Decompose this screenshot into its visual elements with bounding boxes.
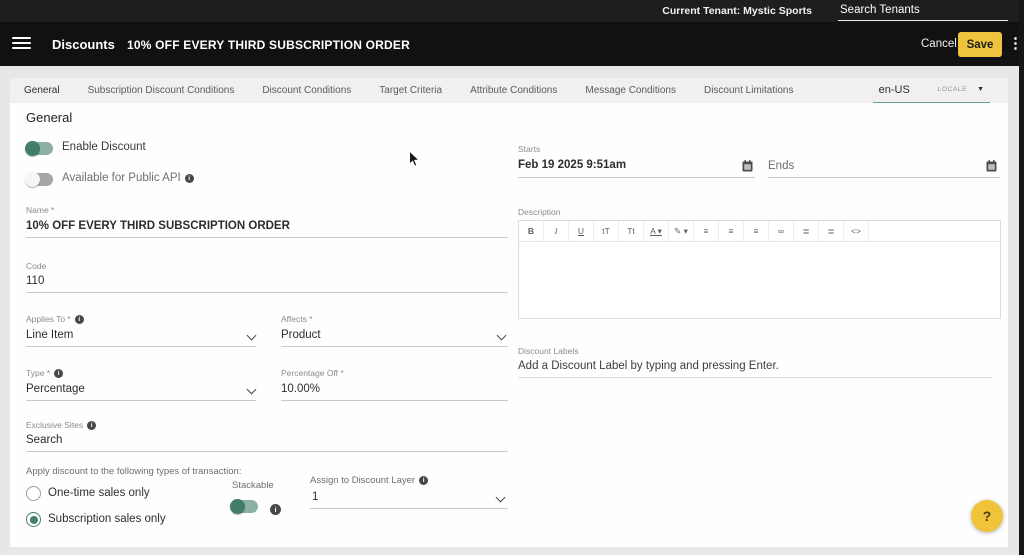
calendar-icon[interactable] — [986, 160, 997, 172]
percentage-off-label: Percentage Off * — [281, 368, 344, 378]
info-icon: i — [419, 476, 429, 485]
one-time-sales-label: One-time sales only — [48, 487, 150, 499]
underline-icon[interactable]: U — [569, 221, 594, 241]
tab-general[interactable]: General — [10, 85, 74, 96]
info-icon: i — [184, 174, 194, 183]
starts-input[interactable]: Feb 19 2025 9:51am — [518, 159, 626, 171]
info-icon: i — [54, 369, 64, 378]
code-view-icon[interactable]: <> — [844, 221, 869, 241]
locale-tag: LOCALE — [937, 86, 968, 93]
applies-to-select[interactable]: Line Item — [26, 329, 73, 341]
type-select[interactable]: Percentage — [26, 383, 85, 395]
one-time-sales-radio[interactable] — [26, 486, 41, 501]
subscription-sales-label: Subscription sales only — [48, 513, 166, 525]
current-tenant-label: Current Tenant: Mystic Sports — [662, 5, 812, 17]
align-left-icon[interactable]: ≡ — [694, 221, 719, 241]
align-right-icon[interactable]: ≡ — [744, 221, 769, 241]
tenant-search-input[interactable]: Search Tenants — [838, 2, 1008, 21]
superscript-icon[interactable]: Tt — [619, 221, 644, 241]
general-panel — [10, 103, 1008, 547]
name-input[interactable]: 10% OFF EVERY THIRD SUBSCRIPTION ORDER — [26, 220, 290, 232]
exclusive-sites-input[interactable]: Search — [26, 434, 62, 446]
tab-discount-limitations[interactable]: Discount Limitations — [690, 85, 807, 96]
app-title: Discounts — [52, 37, 115, 52]
info-icon: i — [87, 421, 97, 430]
unordered-list-icon[interactable]: ≣ — [819, 221, 844, 241]
stackable-toggle[interactable] — [230, 499, 258, 514]
toggle-knob — [230, 499, 245, 514]
percentage-off-input[interactable]: 10.00% — [281, 383, 320, 395]
tab-message-conditions[interactable]: Message Conditions — [571, 85, 690, 96]
save-button[interactable]: Save — [958, 32, 1002, 57]
align-center-icon[interactable]: ≡ — [719, 221, 744, 241]
ordered-list-icon[interactable]: ≣ — [794, 221, 819, 241]
transaction-heading: Apply discount to the following types of… — [26, 466, 242, 477]
code-label: Code — [26, 261, 47, 271]
discount-labels-input[interactable]: Add a Discount Label by typing and press… — [518, 360, 779, 372]
affects-label: Affects * — [281, 314, 313, 324]
public-api-toggle[interactable] — [25, 172, 53, 187]
ends-input[interactable]: Ends — [768, 160, 794, 172]
public-api-label: Available for Public API i — [62, 172, 194, 184]
description-label: Description — [518, 207, 561, 217]
enable-discount-toggle[interactable] — [25, 141, 53, 156]
tenant-bar: Current Tenant: Mystic Sports Search Ten… — [0, 0, 1024, 22]
tab-discount-conditions[interactable]: Discount Conditions — [248, 85, 365, 96]
applies-to-label: Applies To * i — [26, 314, 84, 324]
type-label: Type * i — [26, 368, 64, 378]
code-input[interactable]: 110 — [26, 275, 44, 287]
discount-layer-select[interactable]: 1 — [312, 491, 318, 503]
help-button[interactable]: ? — [971, 500, 1003, 532]
discount-edit-page: Current Tenant: Mystic Sports Search Ten… — [0, 0, 1024, 555]
exclusive-sites-label: Exclusive Sites i — [26, 420, 97, 430]
record-title: 10% OFF EVERY THIRD SUBSCRIPTION ORDER — [127, 38, 410, 52]
description-editor[interactable]: B I U tT Tt A ▾ ✎ ▾ ≡ ≡ ≡ ∞ ≣ ≣ <> — [518, 220, 1001, 319]
calendar-icon[interactable] — [742, 160, 753, 172]
menu-icon[interactable] — [12, 37, 31, 51]
stackable-label: Stackable — [232, 480, 274, 491]
window-edge — [1019, 0, 1024, 555]
info-icon: i — [266, 500, 281, 518]
italic-icon[interactable]: I — [544, 221, 569, 241]
text-color-icon[interactable]: A ▾ — [644, 221, 669, 241]
tab-subscription-discount-conditions[interactable]: Subscription Discount Conditions — [74, 85, 249, 96]
toggle-knob — [25, 141, 40, 156]
locale-selector[interactable]: en-US LOCALE ▼ — [872, 77, 990, 104]
rich-text-toolbar: B I U tT Tt A ▾ ✎ ▾ ≡ ≡ ≡ ∞ ≣ ≣ <> — [519, 221, 1000, 242]
enable-discount-label: Enable Discount — [62, 141, 146, 153]
section-title: General — [26, 110, 73, 125]
starts-label: Starts — [518, 144, 541, 154]
subscription-sales-radio[interactable] — [26, 512, 41, 527]
info-icon: i — [74, 315, 84, 324]
cancel-button[interactable]: Cancel — [921, 38, 957, 50]
bold-icon[interactable]: B — [519, 221, 544, 241]
highlight-color-icon[interactable]: ✎ ▾ — [669, 221, 694, 241]
affects-select[interactable]: Product — [281, 329, 321, 341]
tab-target-criteria[interactable]: Target Criteria — [365, 85, 456, 96]
toggle-knob — [25, 172, 40, 187]
tab-attribute-conditions[interactable]: Attribute Conditions — [456, 85, 571, 96]
discount-layer-label: Assign to Discount Layer i — [310, 475, 429, 486]
locale-value: en-US — [878, 83, 910, 96]
subscript-icon[interactable]: tT — [594, 221, 619, 241]
link-icon[interactable]: ∞ — [769, 221, 794, 241]
chevron-down-icon: ▼ — [977, 86, 984, 93]
name-label: Name * — [26, 205, 55, 215]
app-header: Discounts 10% OFF EVERY THIRD SUBSCRIPTI… — [0, 22, 1024, 66]
tab-bar: General Subscription Discount Conditions… — [10, 78, 1008, 104]
tenant-search-value: Search Tenants — [840, 4, 920, 16]
discount-labels-label: Discount Labels — [518, 346, 579, 356]
